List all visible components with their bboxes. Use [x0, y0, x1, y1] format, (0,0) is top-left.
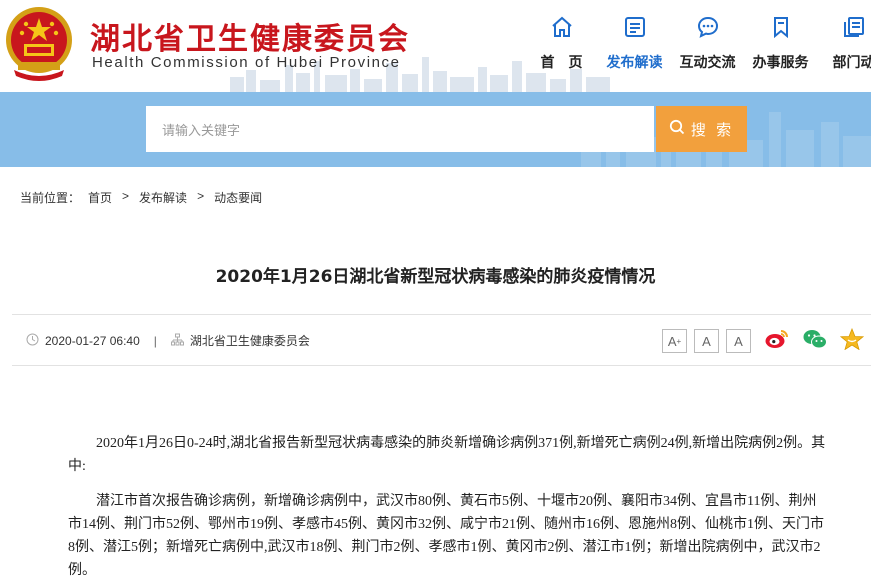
nav-item-home[interactable]: 首 页 — [525, 12, 598, 72]
meta-separator: | — [153, 333, 157, 348]
nav-label-release: 发布解读 — [606, 55, 663, 71]
nav-item-department[interactable]: 部门动 — [817, 12, 871, 72]
article-meta-bar: 2020-01-27 06:40 | 湖北省卫生健康委员会 A + A A — [12, 314, 871, 366]
national-emblem-logo — [6, 7, 72, 81]
nav-label-interact: 互动交流 — [679, 55, 736, 71]
search-button-label: 搜 索 — [690, 121, 735, 139]
search-input[interactable]: 请输入关键字 — [146, 106, 654, 152]
breadcrumb: 当前位置： 首页 > 发布解读 > 动态要闻 — [20, 189, 262, 206]
article-source: 湖北省卫生健康委员会 — [189, 334, 310, 348]
nav-item-interact[interactable]: 互动交流 — [671, 12, 744, 72]
breadcrumb-home[interactable]: 首页 — [88, 189, 112, 206]
document-icon — [598, 12, 671, 42]
chat-icon — [671, 12, 744, 42]
search-icon — [669, 119, 685, 139]
home-icon — [525, 12, 598, 42]
weibo-icon[interactable] — [764, 328, 790, 350]
share-bar — [764, 328, 864, 350]
search-band: 请输入关键字 搜 索 — [0, 92, 871, 167]
search-button[interactable]: 搜 索 — [656, 106, 747, 152]
breadcrumb-prefix: 当前位置： — [20, 191, 81, 205]
site-title: 湖北省卫生健康委员会 — [90, 22, 410, 57]
clock-icon — [26, 333, 45, 349]
breadcrumb-news[interactable]: 动态要闻 — [214, 189, 262, 206]
breadcrumb-separator: > — [197, 189, 205, 203]
article-date: 2020-01-27 06:40 — [45, 333, 140, 348]
main-nav: 首 页 发布解读 互动交流 办事服务 部门动 — [525, 12, 871, 72]
site-header: 湖北省卫生健康委员会 Health Commission of Hubei Pr… — [0, 0, 871, 92]
font-size-controls: A + A A — [662, 329, 751, 353]
article-paragraph: 潜江市首次报告确诊病例，新增确诊病例中，武汉市80例、黄石市5例、十堰市20例、… — [68, 494, 824, 578]
font-medium-button[interactable]: A — [694, 329, 719, 353]
font-larger-button[interactable]: A + — [662, 329, 687, 353]
article-title: 2020年1月26日湖北省新型冠状病毒感染的肺炎疫情情况 — [215, 267, 656, 287]
favorite-star-icon[interactable] — [840, 328, 864, 350]
breadcrumb-separator: > — [122, 189, 130, 203]
article-paragraph: 2020年1月26日0-24时,湖北省报告新型冠状病毒感染的肺炎新增确诊病例37… — [68, 436, 826, 474]
article-body: 2020年1月26日0-24时,湖北省报告新型冠状病毒感染的肺炎新增确诊病例37… — [68, 432, 830, 587]
nav-item-services[interactable]: 办事服务 — [744, 12, 817, 72]
bookmark-icon — [744, 12, 817, 42]
nav-label-services: 办事服务 — [752, 55, 809, 71]
nav-item-release[interactable]: 发布解读 — [598, 12, 671, 72]
site-subtitle: Health Commission of Hubei Province — [92, 54, 401, 71]
org-icon — [170, 333, 190, 349]
pages-icon — [817, 12, 871, 42]
wechat-icon[interactable] — [802, 328, 828, 350]
nav-label-department: 部门动 — [832, 55, 871, 71]
article-meta: 2020-01-27 06:40 | 湖北省卫生健康委员会 — [26, 332, 310, 349]
font-smaller-button[interactable]: A — [726, 329, 751, 353]
breadcrumb-release[interactable]: 发布解读 — [139, 189, 187, 206]
nav-label-home: 首 页 — [540, 55, 583, 71]
